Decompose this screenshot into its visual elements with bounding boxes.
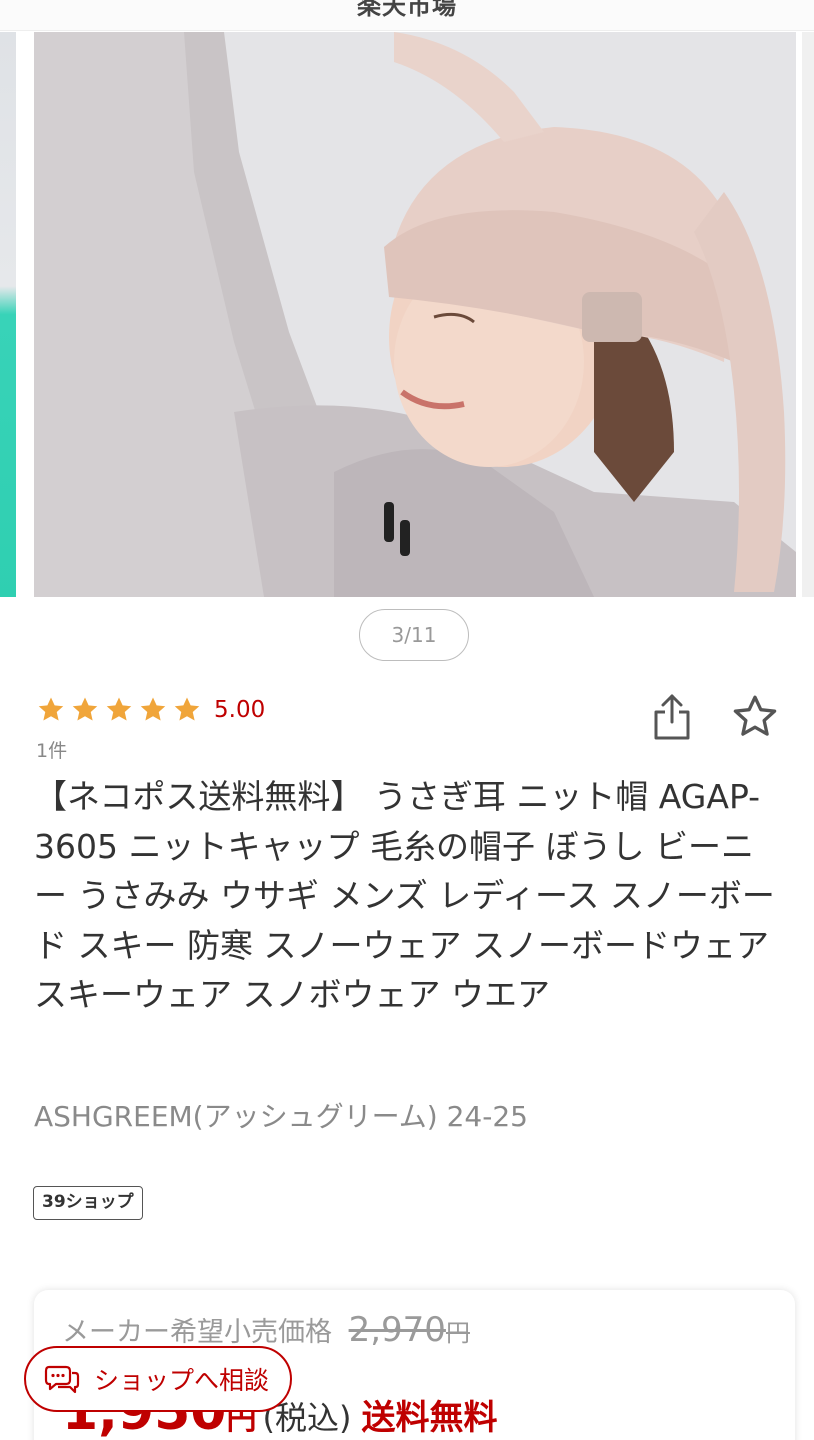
share-button[interactable] — [650, 692, 694, 742]
share-icon — [654, 694, 690, 740]
next-image-peek[interactable] — [802, 32, 814, 597]
product-image[interactable] — [34, 32, 796, 597]
review-count-link[interactable]: 1件 — [36, 736, 67, 763]
rating-row[interactable]: 5.00 — [36, 692, 265, 728]
rating-value: 5.00 — [214, 697, 266, 723]
free-shipping-label: 送料無料 — [361, 1398, 498, 1438]
rating-stars — [36, 695, 202, 725]
previous-image-peek[interactable] — [0, 32, 16, 597]
star-filled-icon — [140, 697, 166, 721]
msrp-label: メーカー希望小売価格 — [62, 1317, 332, 1348]
msrp-price: 2,970 — [348, 1310, 446, 1350]
star-filled-icon — [106, 697, 132, 721]
msrp-row: メーカー希望小売価格 2,970円 — [62, 1310, 470, 1350]
image-counter: 3/11 — [359, 609, 469, 661]
msrp-unit: 円 — [445, 1319, 470, 1347]
product-title: 【ネコポス送料無料】 うさぎ耳 ニット帽 AGAP-3605 ニットキャップ 毛… — [34, 777, 775, 1014]
brand-link[interactable]: ASHGREEM(アッシュグリーム) 24-25 — [34, 1095, 528, 1135]
favorite-button[interactable] — [730, 692, 780, 742]
chat-bubble-icon — [44, 1365, 80, 1394]
image-carousel[interactable] — [0, 30, 814, 600]
header-title: 楽天市場 — [357, 0, 457, 20]
shop-consult-label: ショップへ相談 — [94, 1366, 270, 1395]
shop-badge: 39ショップ — [33, 1186, 143, 1220]
star-outline-icon — [733, 695, 777, 736]
star-filled-icon — [174, 697, 200, 721]
shop-consult-button[interactable]: ショップへ相談 — [24, 1346, 292, 1412]
product-photo-illustration — [34, 32, 796, 597]
star-filled-icon — [72, 697, 98, 721]
top-header: 楽天市場 — [0, 0, 814, 31]
star-filled-icon — [38, 697, 64, 721]
product-page: 楽天市場 3/11 5.00 1件 【ネコポス送料無料】 うさぎ耳 ニット帽 A… — [0, 0, 814, 1440]
